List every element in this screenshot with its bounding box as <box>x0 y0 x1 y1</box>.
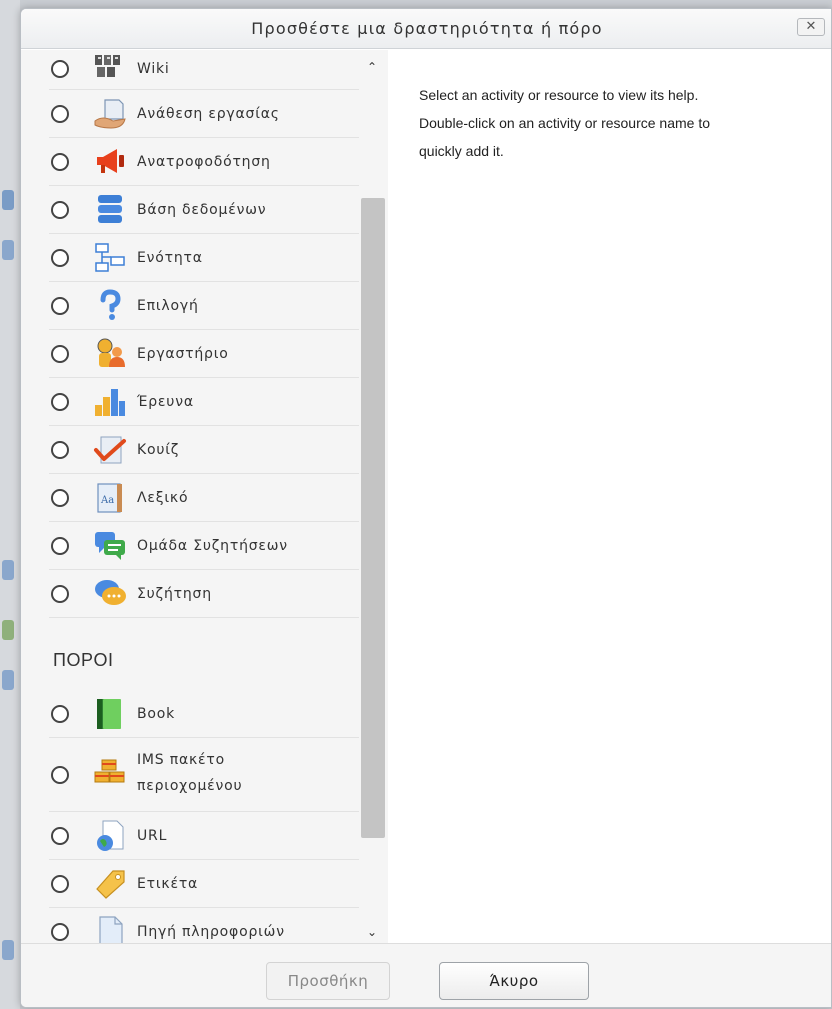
option-choice[interactable]: Επιλογή <box>49 282 359 330</box>
radio-button[interactable] <box>51 60 69 78</box>
option-label: URL <box>137 828 168 844</box>
lesson-icon <box>95 243 125 272</box>
backdrop-icon <box>2 620 14 640</box>
option-survey[interactable]: Έρευνα <box>49 378 359 426</box>
option-chat[interactable]: Ομάδα Συζητήσεων <box>49 522 359 570</box>
option-label: Ομάδα Συζητήσεων <box>137 538 288 554</box>
option-book[interactable]: Book <box>49 690 359 738</box>
option-label-tag[interactable]: Ετικέτα <box>49 860 359 908</box>
radio-button[interactable] <box>51 923 69 941</box>
chevron-up-icon[interactable]: ⌃ <box>367 60 377 74</box>
url-globe-icon <box>97 820 124 851</box>
add-activity-dialog: Προσθέστε μια δραστηριότητα ή πόρο ✕ Wik… <box>20 8 832 1008</box>
radio-button[interactable] <box>51 153 69 171</box>
book-icon <box>97 699 121 729</box>
backdrop-icon <box>2 240 14 260</box>
option-label: Ετικέτα <box>137 876 199 892</box>
radio-button[interactable] <box>51 537 69 555</box>
option-label: Εργαστήριο <box>137 346 229 362</box>
option-quiz[interactable]: Κουίζ <box>49 426 359 474</box>
wiki-icon <box>95 55 120 77</box>
options-list: Wiki Ανάθεση εργασίας Ανατροφοδότηση Βάσ… <box>21 50 388 943</box>
radio-button[interactable] <box>51 585 69 603</box>
database-icon <box>98 195 122 223</box>
option-label: Πηγή πληροφοριών <box>137 924 285 940</box>
option-label: Ανάθεση εργασίας <box>137 106 280 122</box>
choice-question-icon <box>100 289 121 320</box>
option-label: Λεξικό <box>137 490 189 506</box>
option-label: Συζήτηση <box>137 586 212 602</box>
help-panel: Select an activity or resource to view i… <box>419 81 819 165</box>
option-workshop[interactable]: Εργαστήριο <box>49 330 359 378</box>
radio-button[interactable] <box>51 875 69 893</box>
radio-button[interactable] <box>51 105 69 123</box>
option-label: Wiki <box>137 61 170 77</box>
glossary-icon: Aa <box>97 483 122 513</box>
option-label: Ενότητα <box>137 250 203 266</box>
svg-text:Aa: Aa <box>100 495 114 506</box>
close-button[interactable]: ✕ <box>797 18 825 36</box>
radio-button[interactable] <box>51 766 69 784</box>
help-text-line: quickly add it. <box>419 143 504 159</box>
option-label: IMS πακέτο <box>137 752 226 768</box>
dialog-title: Προσθέστε μια δραστηριότητα ή πόρο <box>251 19 603 38</box>
radio-button[interactable] <box>51 827 69 845</box>
option-label: Επιλογή <box>137 298 199 314</box>
option-label: Book <box>137 706 176 722</box>
radio-button[interactable] <box>51 297 69 315</box>
radio-button[interactable] <box>51 201 69 219</box>
option-label: Έρευνα <box>137 394 194 410</box>
chevron-down-icon[interactable]: ⌄ <box>367 925 377 939</box>
option-label: Κουίζ <box>137 442 180 458</box>
option-ims-package[interactable]: IMS πακέτο περιοχομένου <box>49 738 359 812</box>
chat-icon <box>95 532 125 560</box>
backdrop-icon <box>2 670 14 690</box>
survey-chart-icon <box>95 389 125 416</box>
resources-heading: ΠΟΡΟΙ <box>53 650 114 670</box>
close-icon: ✕ <box>805 19 817 34</box>
backdrop-icon <box>2 560 14 580</box>
option-glossary[interactable]: Aa Λεξικό <box>49 474 359 522</box>
quiz-check-icon <box>94 436 126 464</box>
radio-button[interactable] <box>51 705 69 723</box>
option-assignment[interactable]: Ανάθεση εργασίας <box>49 90 359 138</box>
option-file[interactable]: Πηγή πληροφοριών <box>49 908 359 943</box>
option-url[interactable]: URL <box>49 812 359 860</box>
cancel-button[interactable]: Άκυρο <box>439 962 589 1000</box>
page-backdrop <box>0 0 20 1009</box>
option-feedback[interactable]: Ανατροφοδότηση <box>49 138 359 186</box>
option-label: Ανατροφοδότηση <box>137 154 271 170</box>
help-text-line: Select an activity or resource to view i… <box>419 87 699 103</box>
add-button[interactable]: Προσθήκη <box>266 962 390 1000</box>
label-tag-icon <box>96 870 125 899</box>
workshop-icon <box>97 338 125 367</box>
dialog-footer: Προσθήκη Άκυρο <box>21 943 831 1007</box>
option-wiki[interactable]: Wiki <box>49 50 359 90</box>
scrollbar-thumb[interactable] <box>361 198 385 838</box>
backdrop-icon <box>2 190 14 210</box>
help-text-line: Double-click on an activity or resource … <box>419 115 711 131</box>
radio-button[interactable] <box>51 249 69 267</box>
assignment-icon <box>94 99 126 129</box>
dialog-titlebar: Προσθέστε μια δραστηριότητα ή πόρο ✕ <box>21 9 831 49</box>
feedback-megaphone-icon <box>97 149 124 173</box>
backdrop-icon <box>2 940 14 960</box>
radio-button[interactable] <box>51 393 69 411</box>
radio-button[interactable] <box>51 489 69 507</box>
ims-package-icon <box>94 759 125 783</box>
options-scrollbar[interactable]: ⌃ ⌄ <box>359 50 388 943</box>
option-lesson[interactable]: Ενότητα <box>49 234 359 282</box>
radio-button[interactable] <box>51 345 69 363</box>
radio-button[interactable] <box>51 441 69 459</box>
forum-icon <box>95 580 126 605</box>
option-forum[interactable]: Συζήτηση <box>49 570 359 618</box>
option-label-line2: περιοχομένου <box>137 778 243 794</box>
option-label: Βάση δεδομένων <box>137 202 267 218</box>
option-database[interactable]: Βάση δεδομένων <box>49 186 359 234</box>
file-page-icon <box>99 916 123 943</box>
